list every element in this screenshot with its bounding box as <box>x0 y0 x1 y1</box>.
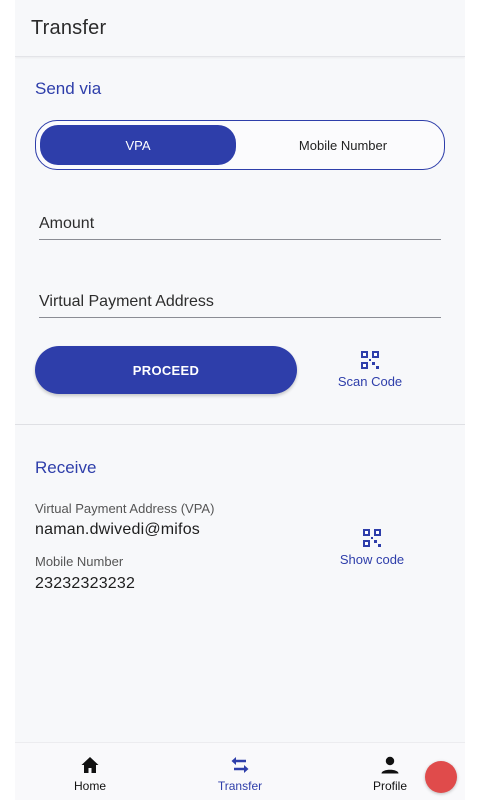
proceed-button[interactable]: PROCEED <box>35 346 297 394</box>
nav-item-profile[interactable]: Profile <box>345 755 435 793</box>
section-divider <box>15 424 465 425</box>
amount-field-label: Amount <box>39 215 95 232</box>
toggle-option-mobile-number[interactable]: Mobile Number <box>248 125 438 165</box>
app-bar: Transfer <box>15 0 465 57</box>
page-title: Transfer <box>31 17 107 39</box>
receive-vpa-label: Virtual Payment Address (VPA) <box>35 501 215 516</box>
show-code-button[interactable]: Show code <box>317 528 427 567</box>
scan-code-label: Scan Code <box>337 374 403 389</box>
scan-code-button[interactable]: Scan Code <box>315 350 425 389</box>
right-margin <box>465 0 480 800</box>
nav-item-transfer[interactable]: Transfer <box>195 755 285 793</box>
receive-heading: Receive <box>35 458 97 477</box>
receive-mobile-value: 23232323232 <box>35 575 136 592</box>
vpa-field-label: Virtual Payment Address <box>39 293 214 310</box>
nav-label-profile: Profile <box>372 779 407 793</box>
show-code-label: Show code <box>339 552 405 567</box>
left-margin <box>0 0 15 800</box>
bottom-navigation: Home Transfer Profile <box>15 742 465 800</box>
home-icon <box>81 757 99 773</box>
amount-field-underline <box>39 239 441 240</box>
receive-vpa-value: naman.dwivedi@mifos <box>35 521 200 538</box>
person-icon <box>381 756 399 774</box>
vpa-field[interactable]: Virtual Payment Address <box>39 293 441 319</box>
qr-code-icon <box>361 351 379 369</box>
swap-icon <box>231 757 249 773</box>
amount-field[interactable]: Amount <box>39 215 441 241</box>
qr-code-icon <box>363 529 381 547</box>
receive-mobile-label: Mobile Number <box>35 554 124 569</box>
send-via-toggle: VPA Mobile Number <box>35 120 445 170</box>
nav-item-home[interactable]: Home <box>45 755 135 793</box>
floating-action-button[interactable] <box>425 761 457 793</box>
transfer-screen: Transfer Send via VPA Mobile Number Amou… <box>15 0 465 800</box>
nav-label-transfer: Transfer <box>217 779 263 793</box>
toggle-option-vpa[interactable]: VPA <box>40 125 236 165</box>
vpa-field-underline <box>39 317 441 318</box>
send-via-heading: Send via <box>35 79 102 98</box>
nav-label-home: Home <box>73 779 106 793</box>
